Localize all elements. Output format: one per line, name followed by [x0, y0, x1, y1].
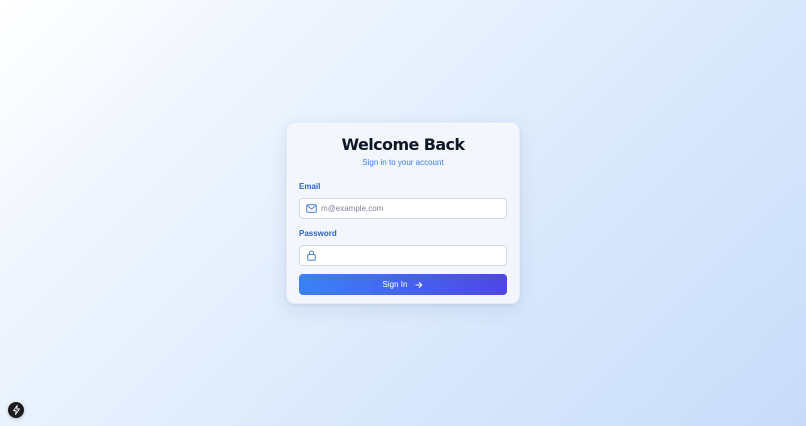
email-input[interactable] [321, 201, 491, 216]
email-label: Email [299, 182, 321, 191]
password-field-wrapper[interactable] [299, 245, 507, 266]
login-form: Email Password Sign In [299, 182, 507, 295]
email-field-wrapper[interactable] [299, 198, 507, 219]
mail-icon [306, 203, 317, 214]
password-input[interactable] [321, 248, 491, 263]
arrow-right-icon [415, 281, 423, 289]
sign-in-button[interactable]: Sign In [299, 274, 507, 295]
lock-icon [306, 250, 317, 261]
password-label: Password [299, 229, 337, 238]
dev-tools-badge[interactable] [8, 402, 24, 418]
sign-in-label: Sign In [382, 280, 408, 289]
lightning-icon [12, 405, 21, 415]
login-card: Welcome Back Sign in to your account Ema… [286, 122, 520, 304]
page-subtitle: Sign in to your account [362, 158, 444, 167]
page-title: Welcome Back [341, 135, 466, 154]
